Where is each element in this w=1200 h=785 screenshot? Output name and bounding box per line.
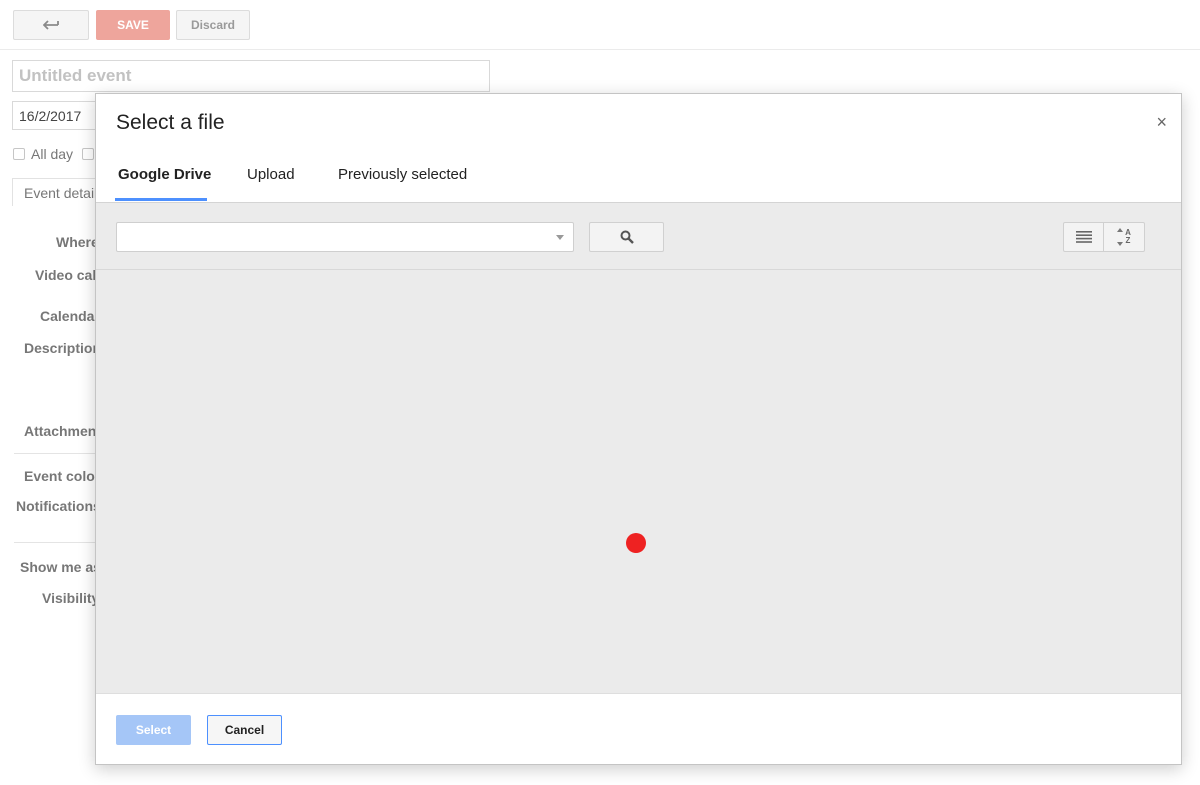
back-button[interactable] xyxy=(13,10,89,40)
video-call-label: Video call xyxy=(35,267,101,283)
all-day-label: All day xyxy=(31,146,74,162)
section-divider xyxy=(14,453,104,454)
loading-indicator xyxy=(626,533,646,553)
search-icon xyxy=(620,230,634,244)
list-view-button[interactable] xyxy=(1063,222,1104,252)
all-day-checkbox[interactable] xyxy=(13,148,25,160)
all-day-option[interactable]: All day xyxy=(13,145,73,163)
discard-button[interactable]: Discard xyxy=(176,10,250,40)
repeat-checkbox[interactable] xyxy=(82,148,94,160)
toolbar-separator xyxy=(96,269,1181,270)
tab-google-drive[interactable]: Google Drive xyxy=(118,166,211,202)
start-date-input[interactable]: 16/2/2017 xyxy=(12,101,102,130)
sort-az-icon: A Z xyxy=(1117,228,1131,246)
sort-label-z: Z xyxy=(1125,236,1131,245)
sort-arrows-icon xyxy=(1117,228,1124,246)
attachment-label: Attachment xyxy=(24,423,102,439)
tab-upload[interactable]: Upload xyxy=(247,166,295,202)
show-me-as-label: Show me as xyxy=(20,559,101,575)
cancel-button[interactable]: Cancel xyxy=(207,715,282,745)
tab-previously-selected[interactable]: Previously selected xyxy=(338,166,467,202)
search-input[interactable] xyxy=(116,222,574,252)
search-button[interactable] xyxy=(589,222,664,252)
close-icon[interactable]: × xyxy=(1156,112,1167,132)
visibility-label: Visibility xyxy=(42,590,100,606)
description-label: Description xyxy=(24,340,102,356)
event-title-input[interactable]: Untitled event xyxy=(12,60,490,92)
section-divider xyxy=(14,542,104,543)
dropdown-caret-icon[interactable] xyxy=(556,235,564,240)
save-button[interactable]: SAVE xyxy=(96,10,170,40)
notifications-label: Notifications xyxy=(16,498,101,514)
back-arrow-icon xyxy=(43,20,59,30)
editor-toolbar: SAVE Discard xyxy=(0,0,1200,50)
event-color-label: Event color xyxy=(24,468,101,484)
list-view-icon xyxy=(1075,231,1092,243)
dialog-title: Select a file xyxy=(116,111,225,134)
sort-button[interactable]: A Z xyxy=(1104,222,1145,252)
where-label: Where xyxy=(56,234,99,250)
select-button[interactable]: Select xyxy=(116,715,191,745)
dialog-footer: Select Cancel xyxy=(96,693,1181,764)
file-picker-content: A Z xyxy=(96,202,1181,693)
calendar-label: Calendar xyxy=(40,308,100,324)
file-picker-dialog: Select a file × Google Drive Upload Prev… xyxy=(95,93,1182,765)
active-tab-indicator xyxy=(115,198,207,201)
